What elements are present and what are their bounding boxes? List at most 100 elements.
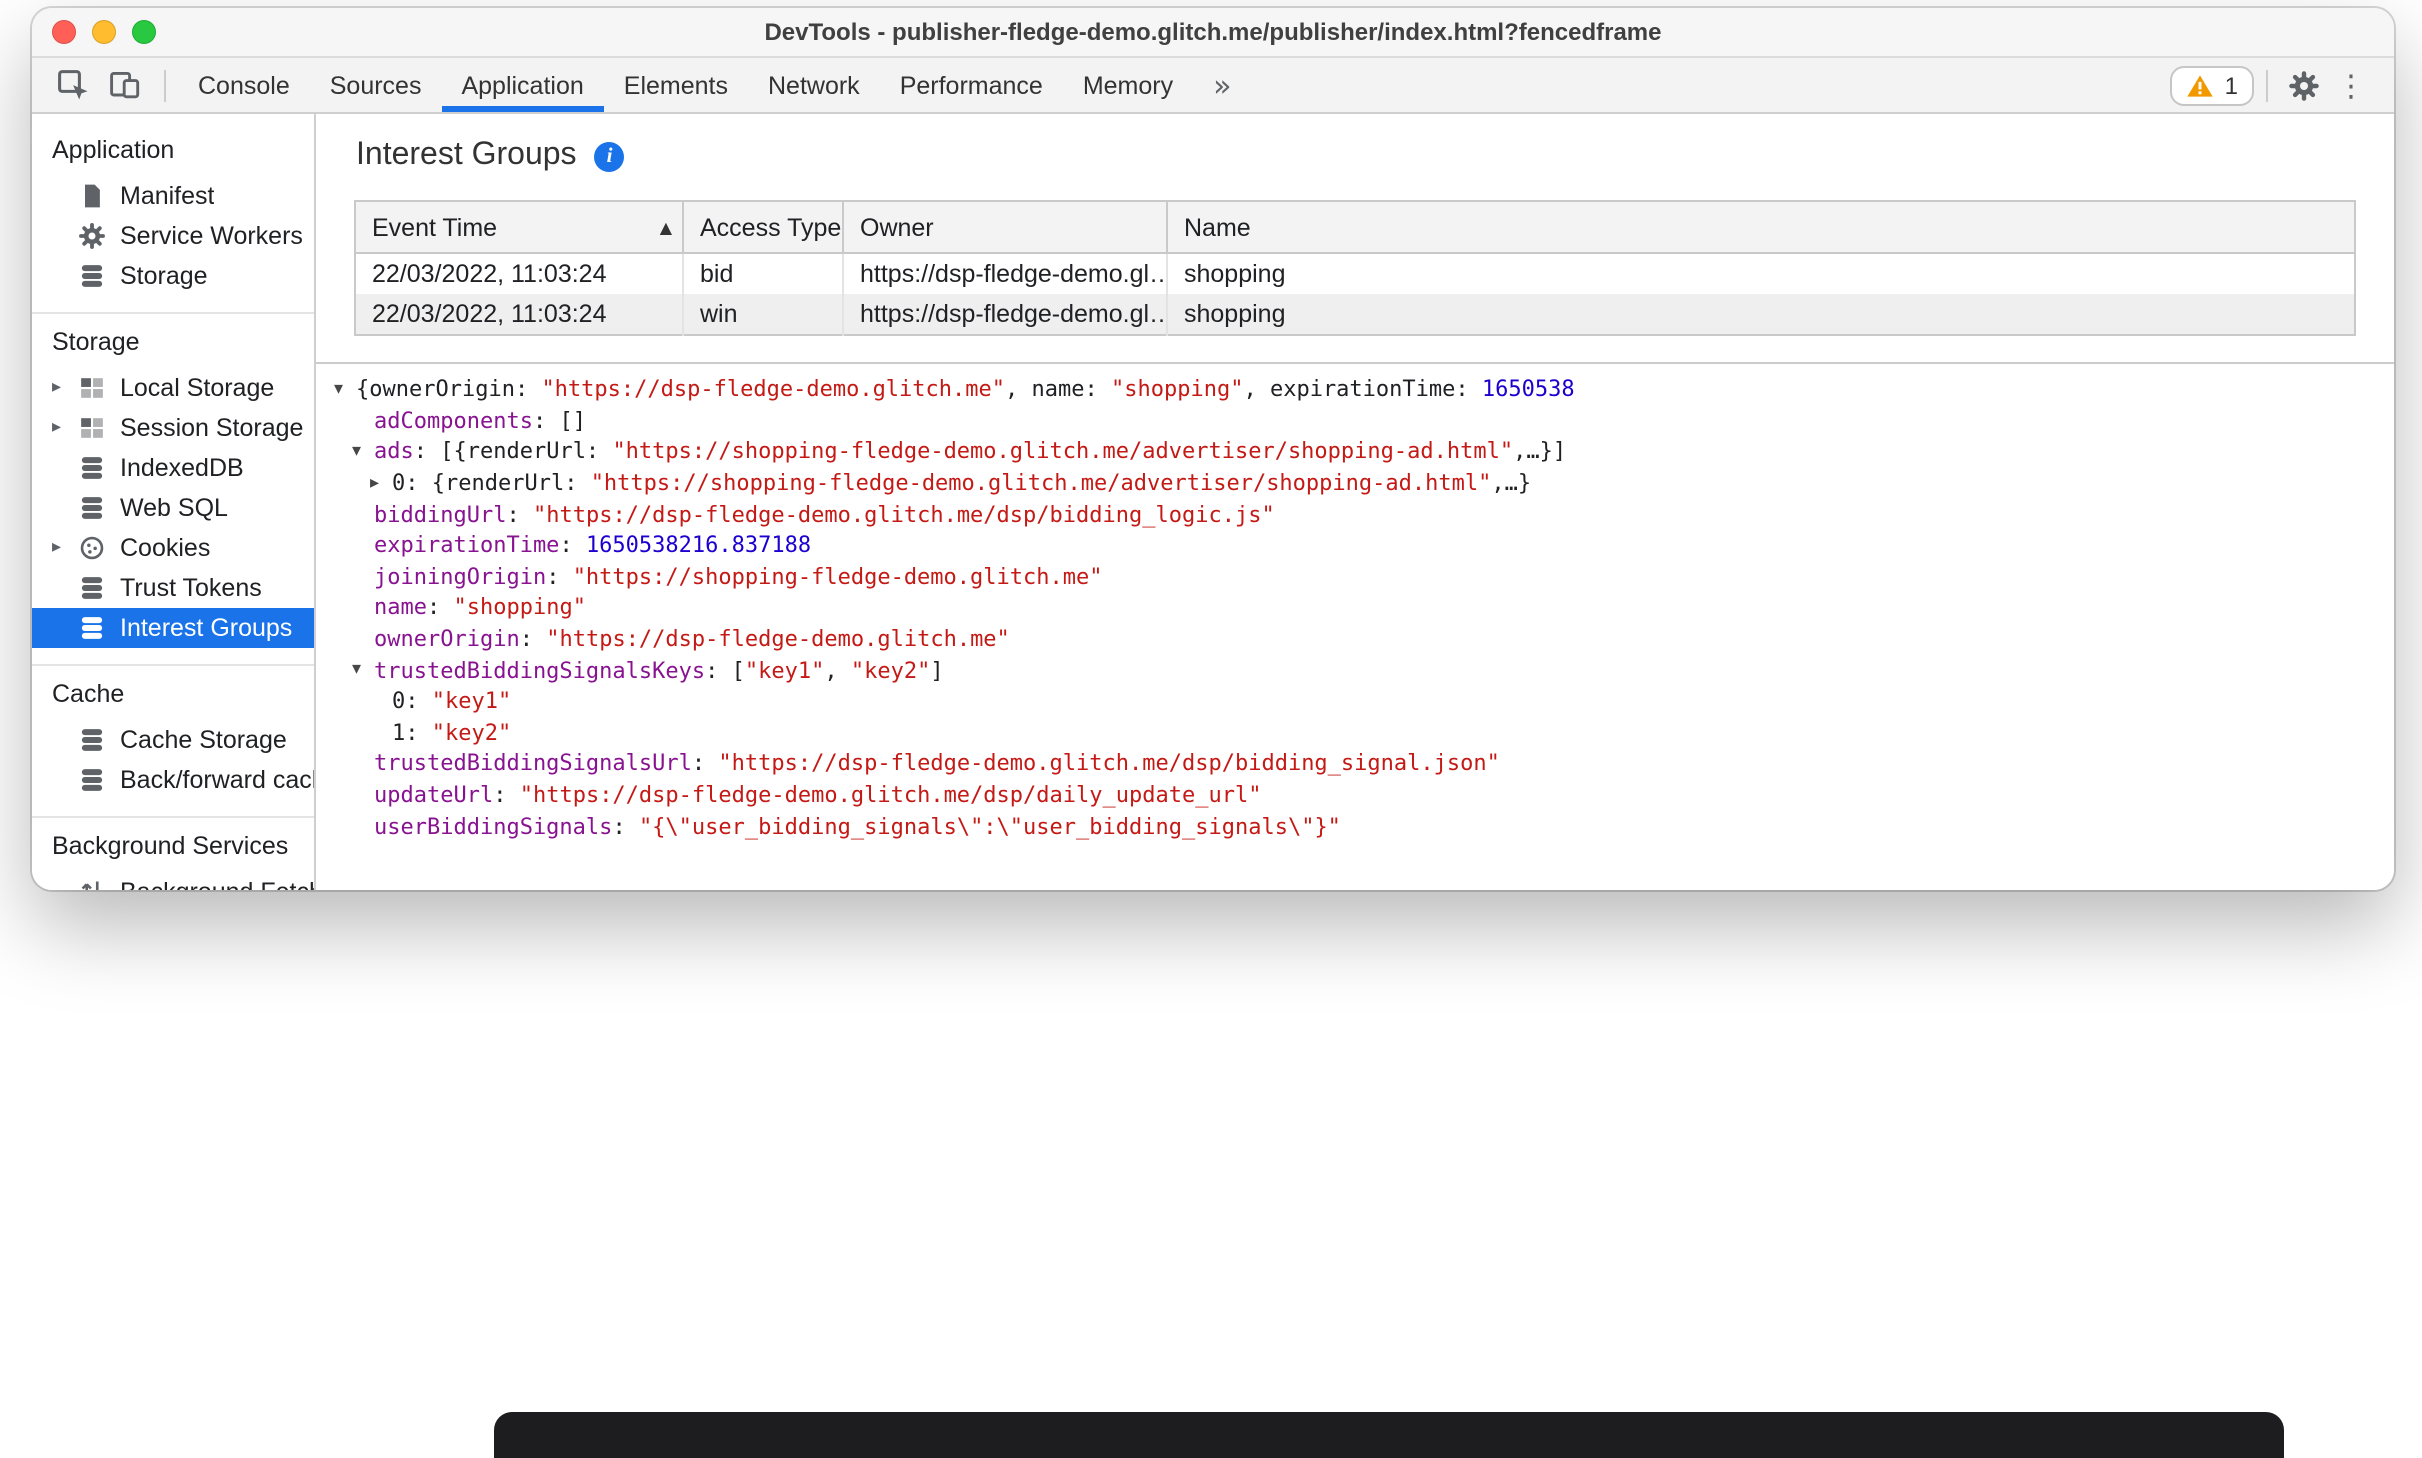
token-key: name [374,594,427,621]
sidebar-section-header-application: Application [52,136,175,164]
tree-line[interactable]: ▾ trustedBiddingSignalsKeys: ["key1", "ke… [316,655,2394,686]
tree-line[interactable]: ▾ ads: [{renderUrl: "https://shopping-fle… [316,436,2394,467]
tree-line[interactable]: joiningOrigin: "https://shopping-fledge-… [316,561,2394,592]
tree-line[interactable]: ownerOrigin: "https://dsp-fledge-demo.gl… [316,624,2394,655]
token-key: trustedBiddingSignalsUrl [374,750,692,777]
sidebar-item-service-workers[interactable]: Service Workers [32,216,314,256]
cell-access-type[interactable]: bid [682,253,843,294]
info-icon[interactable]: i [594,141,625,171]
token-plain: , [824,657,851,684]
token-plain: : [ [705,657,745,684]
token-key: userBiddingSignals [374,813,613,840]
sidebar-item-back-forward-cach[interactable]: Back/forward cach [32,760,314,800]
token-key: biddingUrl [374,501,507,528]
table-row[interactable]: 22/03/2022, 11:03:24 bid https://dsp-fledg… [355,253,2355,294]
interest-groups-table: Event Time ▲ Access Type Owner Name 22/03/20… [354,200,2356,336]
expand-arrow-icon[interactable]: ▸ [52,538,78,558]
token-number: 1650538216.837188 [585,532,812,559]
tree-collapse-icon[interactable]: ▾ [334,380,356,400]
token-plain: {ownerOrigin: [356,376,542,403]
cell-owner[interactable]: https://dsp-fledge-demo.gl… [842,253,1167,294]
sidebar-item-label: Storage [120,262,208,290]
sidebar-item-cache-storage[interactable]: Cache Storage [32,720,314,760]
tab-network[interactable]: Network [748,58,880,112]
more-tabs-icon[interactable]: » [1213,67,1231,103]
token-string: "key1" [744,657,825,684]
tree-line[interactable]: expirationTime: 1650538216.837188 [316,530,2394,561]
sidebar-item-interest-groups[interactable]: Interest Groups [32,608,314,648]
device-toolbar-icon[interactable] [108,67,144,103]
expand-arrow-icon[interactable]: ▸ [52,378,78,398]
token-string: "key2" [850,657,931,684]
panel-tabs: Console Sources Application Elements Network… [178,58,1193,112]
more-options-icon[interactable]: ⋮ [2328,67,2374,103]
tree-line[interactable]: updateUrl: "https://dsp-fledge-demo.glit… [316,779,2394,810]
database-icon [78,766,106,794]
cell-event-time[interactable]: 22/03/2022, 11:03:24 [355,294,683,335]
cell-owner[interactable]: https://dsp-fledge-demo.gl… [842,294,1167,335]
tree-expand-icon[interactable]: ▸ [370,473,392,493]
sidebar-section-header-cache: Cache [52,680,125,708]
tree-line[interactable]: adComponents: [] [316,405,2394,436]
tree-line[interactable]: trustedBiddingSignalsUrl: "https://dsp-f… [316,748,2394,779]
warning-count: 1 [2224,71,2238,99]
sidebar-item-label: Local Storage [120,374,275,402]
sidebar-item-cookies[interactable]: ▸ Cookies [32,528,314,568]
warning-badge[interactable]: 1 [2170,65,2254,105]
close-button[interactable] [52,20,76,44]
tab-application[interactable]: Application [441,58,605,112]
tab-memory[interactable]: Memory [1063,58,1193,112]
sidebar-item-label: Background Fetch [120,878,314,890]
sidebar-item-indexeddb[interactable]: IndexedDB [32,448,314,488]
tree-collapse-icon[interactable]: ▾ [352,660,374,680]
interest-groups-panel: Interest Groups i Event Time ▲ Access Type… [316,114,2394,890]
sidebar-item-label: Service Workers [120,222,303,250]
minimize-button[interactable] [92,20,116,44]
sidebar-item-label: Web SQL [120,494,228,522]
column-header-event-time[interactable]: Event Time ▲ [354,200,684,254]
page-title: Interest Groups [356,138,577,172]
sidebar-item-trust-tokens[interactable]: Trust Tokens [32,568,314,608]
sidebar-item-storage[interactable]: Storage [32,256,314,296]
tree-line[interactable]: userBiddingSignals: "{\"user_bidding_sig… [316,811,2394,842]
cell-access-type[interactable]: win [682,294,843,335]
tab-performance[interactable]: Performance [880,58,1063,112]
cell-event-time[interactable]: 22/03/2022, 11:03:24 [355,253,683,294]
table-icon [78,374,106,402]
sidebar-item-local-storage[interactable]: ▸ Local Storage [32,368,314,408]
sidebar-item-session-storage[interactable]: ▸ Session Storage [32,408,314,448]
tree-line[interactable]: 0: "key1" [316,686,2394,717]
tab-sources[interactable]: Sources [310,58,442,112]
sidebar-item-label: IndexedDB [120,454,244,482]
sidebar-item-web-sql[interactable]: Web SQL [32,488,314,528]
tree-line[interactable]: 1: "key2" [316,717,2394,748]
inspect-icon[interactable] [56,67,92,103]
token-string: "shopping" [1111,376,1244,403]
database-icon [78,614,106,642]
token-number: 1650538 [1481,376,1575,403]
tree-collapse-icon[interactable]: ▾ [352,442,374,462]
tree-line[interactable]: name: "shopping" [316,592,2394,623]
token-index: 0 [392,688,406,715]
tab-console[interactable]: Console [178,58,310,112]
column-header-owner[interactable]: Owner [842,200,1168,254]
tree-line[interactable]: ▾ {ownerOrigin: "https://dsp-fledge-demo.… [316,374,2394,405]
tab-elements[interactable]: Elements [604,58,748,112]
token-string: "key1" [431,688,512,715]
cell-name[interactable]: shopping [1166,253,2355,294]
expand-arrow-icon[interactable]: ▸ [52,418,78,438]
sidebar-item-background-fetch[interactable]: Background Fetch [32,872,314,890]
cell-name[interactable]: shopping [1166,294,2355,335]
token-plain: , expirationTime: [1243,376,1482,403]
sidebar-item-manifest[interactable]: Manifest [32,176,314,216]
sidebar-item-label: Interest Groups [120,614,293,642]
token-plain: : [] [532,407,586,434]
window-title: DevTools - publisher-fledge-demo.glitch.… [764,18,1662,46]
zoom-button[interactable] [132,20,156,44]
column-header-access-type[interactable]: Access Type [682,200,844,254]
tree-line[interactable]: biddingUrl: "https://dsp-fledge-demo.gli… [316,499,2394,530]
table-row[interactable]: 22/03/2022, 11:03:24 win https://dsp-fledg… [355,294,2355,335]
settings-gear-icon[interactable] [2288,69,2320,101]
column-header-name[interactable]: Name [1166,200,2356,254]
tree-line[interactable]: ▸ 0: {renderUrl: "https://shopping-fledge… [316,468,2394,499]
